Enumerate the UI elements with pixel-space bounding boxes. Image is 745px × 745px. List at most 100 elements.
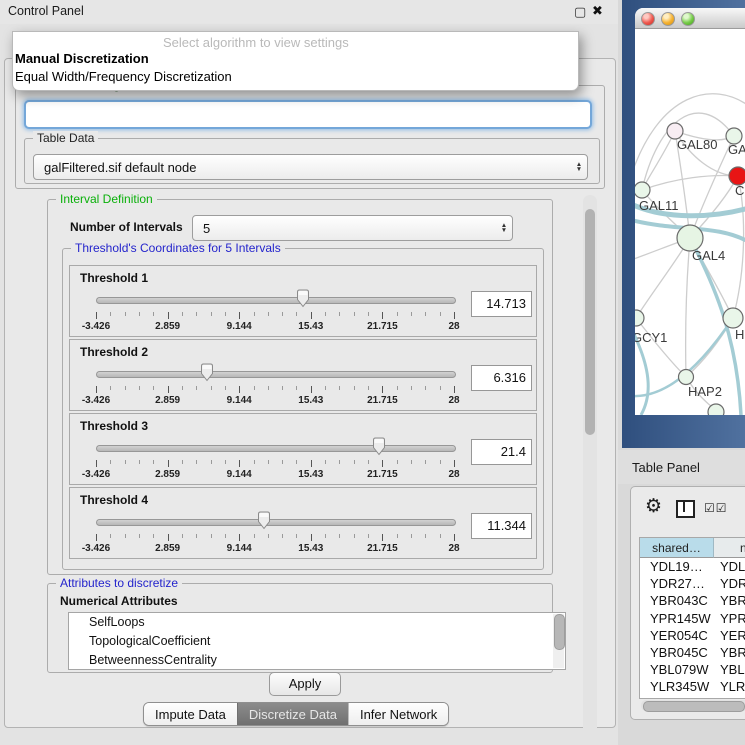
node-attribute-table[interactable]: shared… na YDL19…YDL1YDR27…YDR2YBR043CYB…: [639, 537, 745, 699]
network-canvas[interactable]: GAL80GACGAL11GAL4GCY1HHAP2: [635, 28, 745, 415]
table-data-combobox[interactable]: galFiltered.sif default node ▲▼: [33, 154, 588, 180]
network-node-gcy1[interactable]: [635, 310, 644, 326]
number-of-intervals-combobox[interactable]: 5 ▲▼: [192, 215, 513, 241]
threshold-value-field[interactable]: 11.344: [471, 513, 532, 539]
close-icon[interactable]: ✖: [592, 3, 603, 19]
network-edge[interactable]: [642, 176, 738, 190]
scrollbar-thumb[interactable]: [643, 701, 745, 712]
network-window-frame: GAL80GACGAL11GAL4GCY1HHAP2: [622, 0, 745, 448]
tick-mark: [325, 460, 326, 464]
column-header[interactable]: na: [714, 538, 745, 558]
tab-infer-network[interactable]: Infer Network: [348, 703, 448, 725]
tick-mark: [182, 460, 183, 464]
slider-track[interactable]: [96, 297, 456, 304]
slider-handle[interactable]: [371, 437, 387, 456]
table-row[interactable]: YIL052CYIL0: [640, 696, 745, 700]
dropdown-option[interactable]: Equal Width/Frequency Discretization: [15, 69, 232, 84]
column-header[interactable]: shared…: [640, 538, 714, 558]
tick-mark: [182, 534, 183, 538]
attribute-list-item[interactable]: BetweennessCentrality: [69, 651, 565, 670]
slider-handle[interactable]: [295, 289, 311, 308]
tick-mark: [225, 386, 226, 390]
column-checkbox-icons[interactable]: ☑☑: [704, 501, 728, 515]
numerical-attributes-list[interactable]: SelfLoopsTopologicalCoefficientBetweenne…: [68, 612, 566, 670]
network-edge[interactable]: [636, 238, 690, 318]
threshold-label: Threshold 1: [80, 271, 148, 285]
tick-mark: [110, 534, 111, 538]
tick-mark: [454, 460, 455, 467]
tab-label: Discretize Data: [249, 707, 337, 722]
attributes-group-label: Attributes to discretize: [56, 576, 182, 590]
network-node-gal11[interactable]: [635, 182, 650, 198]
network-window-titlebar[interactable]: [635, 8, 745, 29]
tick-mark: [96, 312, 97, 319]
tab-discretize-data[interactable]: Discretize Data: [237, 703, 348, 725]
network-window[interactable]: GAL80GACGAL11GAL4GCY1HHAP2: [635, 8, 745, 415]
table-data-group: Table Data galFiltered.sif default node …: [24, 138, 600, 184]
tick-mark: [411, 460, 412, 464]
tick-label: 9.144: [217, 469, 261, 480]
tick-mark: [411, 386, 412, 390]
network-node-h[interactable]: [723, 308, 743, 328]
tick-label: 28: [432, 395, 476, 406]
table-body: YDL19…YDL1YDR27…YDR2YBR043CYBR0YPR145WYP…: [640, 558, 745, 699]
gear-icon[interactable]: ⚙: [645, 495, 662, 518]
table-row[interactable]: YER054CYER0: [640, 627, 745, 644]
mac-minimize-icon[interactable]: [661, 12, 675, 26]
threshold-value-field[interactable]: 6.316: [471, 365, 532, 391]
tick-label: 28: [432, 543, 476, 554]
network-node-label: GCY1: [635, 330, 667, 345]
combo-arrows-icon: ▲▼: [496, 223, 512, 233]
tick-mark: [125, 534, 126, 538]
tab-impute-data[interactable]: Impute Data: [144, 703, 237, 725]
table-row[interactable]: YDL19…YDL1: [640, 558, 745, 575]
tick-mark: [454, 386, 455, 393]
threshold-value-field[interactable]: 21.4: [471, 439, 532, 465]
apply-button[interactable]: Apply: [269, 672, 341, 696]
table-row[interactable]: YPR145WYPR1: [640, 610, 745, 627]
algorithm-combobox[interactable]: [24, 100, 592, 129]
network-node[interactable]: [708, 404, 724, 415]
tick-label: 15.43: [289, 543, 333, 554]
table-row[interactable]: YBR043CYBR0: [640, 592, 745, 609]
slider-track[interactable]: [96, 445, 456, 452]
slider-track[interactable]: [96, 519, 456, 526]
slider-handle[interactable]: [199, 363, 215, 382]
slider-track[interactable]: [96, 371, 456, 378]
scrollbar-thumb[interactable]: [585, 209, 595, 435]
network-edge[interactable]: [686, 238, 690, 377]
threshold-label: Threshold 3: [80, 419, 148, 433]
tick-mark: [311, 534, 312, 541]
dropdown-placeholder: Select algorithm to view settings: [163, 35, 349, 50]
tick-mark: [153, 312, 154, 316]
table-row[interactable]: YDR27…YDR2: [640, 575, 745, 592]
table-row[interactable]: YBR045CYBR0: [640, 644, 745, 661]
numerical-attributes-label: Numerical Attributes: [60, 594, 178, 608]
threshold-box: Threshold 1-3.4262.8599.14415.4321.71528…: [69, 265, 537, 337]
tick-label: 9.144: [217, 543, 261, 554]
tick-mark: [354, 460, 355, 464]
mac-close-icon[interactable]: [641, 12, 655, 26]
tick-mark: [239, 386, 240, 393]
attribute-list-item[interactable]: SelfLoops: [69, 613, 565, 632]
split-table-icon[interactable]: [676, 500, 695, 518]
table-horizontal-scrollbar[interactable]: [641, 700, 745, 711]
table-row[interactable]: YLR345WYLR3: [640, 678, 745, 695]
table-row[interactable]: YBL079WYBL0: [640, 661, 745, 678]
attributes-list-scrollbar[interactable]: [553, 614, 564, 668]
attribute-list-item[interactable]: TopologicalCoefficient: [69, 632, 565, 651]
dropdown-option[interactable]: Manual Discretization: [15, 51, 149, 66]
tick-mark: [425, 534, 426, 538]
network-edge[interactable]: [636, 318, 686, 377]
table-cell: YDR2: [714, 575, 745, 592]
mac-zoom-icon[interactable]: [681, 12, 695, 26]
threshold-value-field[interactable]: 14.713: [471, 291, 532, 317]
tick-label: 21.715: [360, 469, 404, 480]
scrollbar-thumb[interactable]: [554, 614, 565, 650]
main-vertical-scrollbar[interactable]: [583, 195, 597, 745]
network-node-hap2[interactable]: [679, 370, 694, 385]
float-window-icon[interactable]: ▢: [574, 4, 586, 20]
tick-mark: [196, 534, 197, 538]
network-node-label: GA: [728, 142, 745, 157]
slider-handle[interactable]: [256, 511, 272, 530]
